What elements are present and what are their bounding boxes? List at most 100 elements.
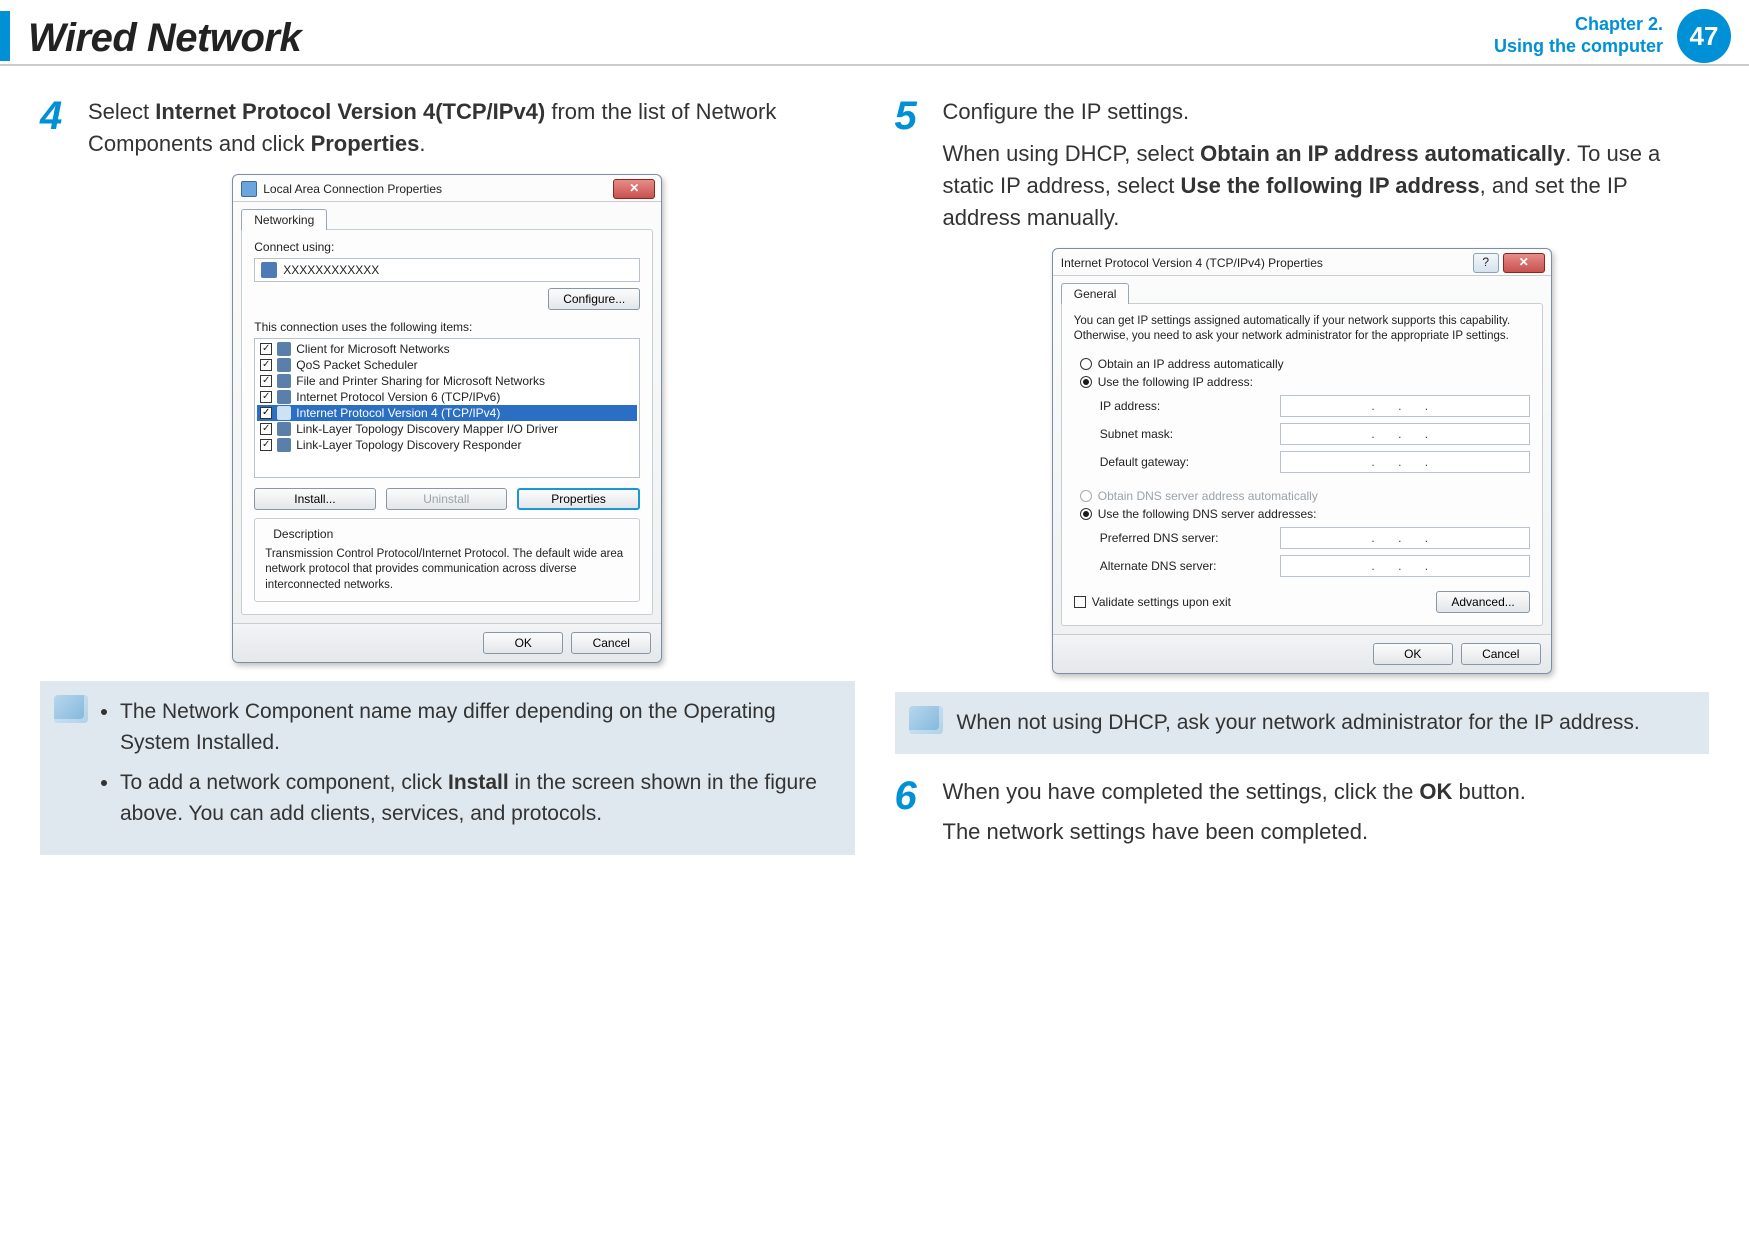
gateway-input[interactable]: . . . xyxy=(1280,451,1530,473)
component-icon xyxy=(277,438,291,452)
note-box: The Network Component name may differ de… xyxy=(40,681,855,855)
component-icon xyxy=(277,374,291,388)
chapter-block: Chapter 2. Using the computer xyxy=(1494,14,1663,57)
step-4: 4 Select Internet Protocol Version 4(TCP… xyxy=(40,96,855,160)
step-body: Select Internet Protocol Version 4(TCP/I… xyxy=(88,96,855,160)
checkbox-icon[interactable]: ✓ xyxy=(260,439,272,451)
properties-button[interactable]: Properties xyxy=(517,488,640,510)
help-icon[interactable]: ? xyxy=(1473,253,1499,273)
radio-icon xyxy=(1080,490,1092,502)
step4-text-suffix: . xyxy=(419,131,425,156)
validate-label: Validate settings upon exit xyxy=(1092,595,1231,609)
preferred-dns-input[interactable]: . . . xyxy=(1280,527,1530,549)
description-group-title: Description xyxy=(269,527,337,541)
alternate-dns-input[interactable]: . . . xyxy=(1280,555,1530,577)
component-icon xyxy=(277,358,291,372)
checkbox-icon[interactable]: ✓ xyxy=(260,407,272,419)
dialog-panel: You can get IP settings assigned automat… xyxy=(1061,303,1543,626)
b: Use the following IP address xyxy=(1181,173,1480,198)
list-item[interactable]: ✓ File and Printer Sharing for Microsoft … xyxy=(257,373,637,389)
checkbox-icon[interactable]: ✓ xyxy=(260,423,272,435)
advanced-button[interactable]: Advanced... xyxy=(1436,591,1529,613)
cancel-button[interactable]: Cancel xyxy=(1461,643,1541,665)
description-text: Transmission Control Protocol/Internet P… xyxy=(265,547,629,594)
item-label: File and Printer Sharing for Microsoft N… xyxy=(296,374,545,388)
page-number-badge: 47 xyxy=(1677,9,1731,63)
list-item[interactable]: ✓ Internet Protocol Version 6 (TCP/IPv6) xyxy=(257,389,637,405)
close-icon[interactable]: ✕ xyxy=(1503,253,1545,273)
checkbox-icon[interactable]: ✓ xyxy=(260,343,272,355)
items-label: This connection uses the following items… xyxy=(254,320,640,334)
checkbox-icon[interactable]: ✓ xyxy=(260,359,272,371)
step-5: 5 Configure the IP settings. When using … xyxy=(895,96,1710,234)
radio-static-dns[interactable]: Use the following DNS server addresses: xyxy=(1080,507,1530,521)
uninstall-button: Uninstall xyxy=(386,488,507,510)
step-number: 5 xyxy=(895,96,929,234)
step-body: Configure the IP settings. When using DH… xyxy=(943,96,1710,234)
radio-label: Obtain DNS server address automatically xyxy=(1098,489,1318,503)
ok-button[interactable]: OK xyxy=(1373,643,1453,665)
list-item[interactable]: ✓QoS Packet Scheduler xyxy=(257,357,637,373)
tab-networking[interactable]: Networking xyxy=(241,209,327,230)
install-button[interactable]: Install... xyxy=(254,488,375,510)
ip-input[interactable]: . . . xyxy=(1280,395,1530,417)
right-column: 5 Configure the IP settings. When using … xyxy=(895,96,1710,860)
radio-label: Use the following IP address: xyxy=(1098,375,1253,389)
ipv4-properties-dialog: Internet Protocol Version 4 (TCP/IPv4) P… xyxy=(1052,248,1552,674)
item-label: Client for Microsoft Networks xyxy=(296,342,449,356)
dialog-footer: OK Cancel xyxy=(233,623,661,662)
ok-button[interactable]: OK xyxy=(483,632,563,654)
chapter-line2: Using the computer xyxy=(1494,36,1663,58)
adapter-icon xyxy=(261,262,277,278)
adapter-field[interactable]: XXXXXXXXXXXX xyxy=(254,258,640,282)
validate-checkbox[interactable]: Validate settings upon exit xyxy=(1074,595,1231,609)
chapter-line1: Chapter 2. xyxy=(1494,14,1663,36)
radio-static-ip[interactable]: Use the following IP address: xyxy=(1080,375,1530,389)
step4-bold2: Properties xyxy=(311,131,420,156)
intro-text: You can get IP settings assigned automat… xyxy=(1074,314,1530,345)
field-label: Alternate DNS server: xyxy=(1100,559,1270,573)
note-box: When not using DHCP, ask your network ad… xyxy=(895,692,1710,754)
components-listbox[interactable]: ✓ Client for Microsoft Networks ✓QoS Pack… xyxy=(254,338,640,478)
checkbox-icon xyxy=(1074,596,1086,608)
connect-using-label: Connect using: xyxy=(254,240,640,254)
step-6: 6 When you have completed the settings, … xyxy=(895,776,1710,848)
note-list: The Network Component name may differ de… xyxy=(102,697,835,829)
tab-general[interactable]: General xyxy=(1061,283,1130,304)
checkbox-icon[interactable]: ✓ xyxy=(260,375,272,387)
step6-line2: The network settings have been completed… xyxy=(943,816,1710,848)
dialog-title-wrap: Local Area Connection Properties xyxy=(241,181,442,197)
step4-bold1: Internet Protocol Version 4(TCP/IPv4) xyxy=(155,99,545,124)
step4-text-prefix: Select xyxy=(88,99,155,124)
field-label: Subnet mask: xyxy=(1100,427,1270,441)
list-item[interactable]: ✓ Client for Microsoft Networks xyxy=(257,341,637,357)
radio-obtain-ip[interactable]: Obtain an IP address automatically xyxy=(1080,357,1530,371)
step-body: When you have completed the settings, cl… xyxy=(943,776,1710,848)
subnet-input[interactable]: . . . xyxy=(1280,423,1530,445)
step5-line2: When using DHCP, select Obtain an IP add… xyxy=(943,138,1710,234)
radio-label: Use the following DNS server addresses: xyxy=(1098,507,1317,521)
component-icon xyxy=(277,342,291,356)
note-icon xyxy=(54,695,88,723)
note-bullet: The Network Component name may differ de… xyxy=(120,697,835,758)
item-label: Internet Protocol Version 6 (TCP/IPv6) xyxy=(296,390,500,404)
close-icon[interactable]: ✕ xyxy=(613,179,655,199)
configure-button[interactable]: Configure... xyxy=(548,288,640,310)
list-item-selected[interactable]: ✓Internet Protocol Version 4 (TCP/IPv4) xyxy=(257,405,637,421)
component-icon xyxy=(277,422,291,436)
list-item[interactable]: ✓ Link-Layer Topology Discovery Responder xyxy=(257,437,637,453)
field-label: Default gateway: xyxy=(1100,455,1270,469)
note-bold: Install xyxy=(448,771,509,794)
radio-label: Obtain an IP address automatically xyxy=(1098,357,1284,371)
radio-icon xyxy=(1080,358,1092,370)
field-ip: IP address: . . . xyxy=(1100,395,1530,417)
cancel-button[interactable]: Cancel xyxy=(571,632,651,654)
item-label: Link-Layer Topology Discovery Responder xyxy=(296,438,521,452)
lan-properties-dialog: Local Area Connection Properties ✕ Netwo… xyxy=(232,174,662,664)
dialog-tabbar: General xyxy=(1053,276,1551,303)
list-item[interactable]: ✓ Link-Layer Topology Discovery Mapper I/… xyxy=(257,421,637,437)
header-right: Chapter 2. Using the computer 47 xyxy=(1494,9,1731,63)
item-label: Link-Layer Topology Discovery Mapper I/O… xyxy=(296,422,558,436)
note-text: When not using DHCP, ask your network ad… xyxy=(957,708,1690,738)
checkbox-icon[interactable]: ✓ xyxy=(260,391,272,403)
